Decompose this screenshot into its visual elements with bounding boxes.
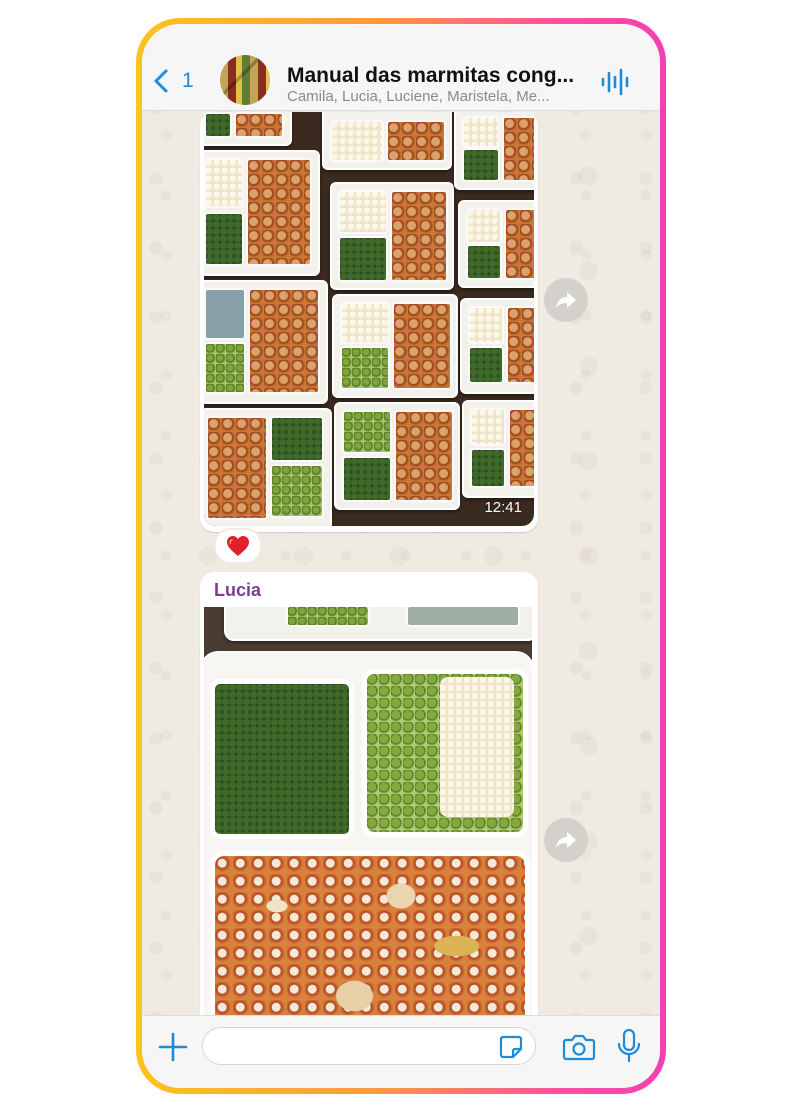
sticker-icon[interactable] bbox=[498, 1034, 524, 1060]
message-bubble-image[interactable]: 12:41 bbox=[200, 112, 538, 532]
message-image-freezer-meals[interactable]: 12:41 bbox=[204, 112, 534, 526]
forward-button[interactable] bbox=[544, 278, 588, 322]
message-composer bbox=[142, 1015, 660, 1088]
message-image-meal-tray[interactable] bbox=[204, 607, 532, 1027]
message-input[interactable] bbox=[202, 1027, 536, 1065]
chat-header: 1 Manual das marmitas cong... Camila, Lu… bbox=[142, 24, 660, 111]
forward-icon bbox=[556, 292, 576, 308]
unread-count: 1 bbox=[182, 69, 194, 92]
sender-name: Lucia bbox=[214, 580, 262, 600]
audio-wave-icon[interactable] bbox=[600, 68, 632, 96]
chat-screen: 1 Manual das marmitas cong... Camila, Lu… bbox=[142, 24, 660, 1088]
chat-title[interactable]: Manual das marmitas cong... bbox=[287, 64, 587, 88]
back-button[interactable]: 1 bbox=[152, 68, 194, 94]
camera-icon[interactable] bbox=[562, 1032, 596, 1062]
message-bubble-image[interactable]: Lucia bbox=[200, 572, 538, 1052]
reaction-badge[interactable] bbox=[214, 528, 262, 564]
chat-participants[interactable]: Camila, Lucia, Luciene, Maristela, Me... bbox=[287, 88, 587, 105]
forward-button[interactable] bbox=[544, 818, 588, 862]
message-timestamp: 12:41 bbox=[484, 499, 522, 516]
plus-icon[interactable] bbox=[156, 1030, 190, 1064]
chevron-left-icon bbox=[154, 69, 168, 93]
heart-icon bbox=[227, 536, 249, 556]
phone-frame: 1 Manual das marmitas cong... Camila, Lu… bbox=[136, 18, 666, 1094]
forward-icon bbox=[556, 832, 576, 848]
group-avatar[interactable] bbox=[220, 55, 270, 105]
microphone-icon[interactable] bbox=[616, 1028, 642, 1064]
